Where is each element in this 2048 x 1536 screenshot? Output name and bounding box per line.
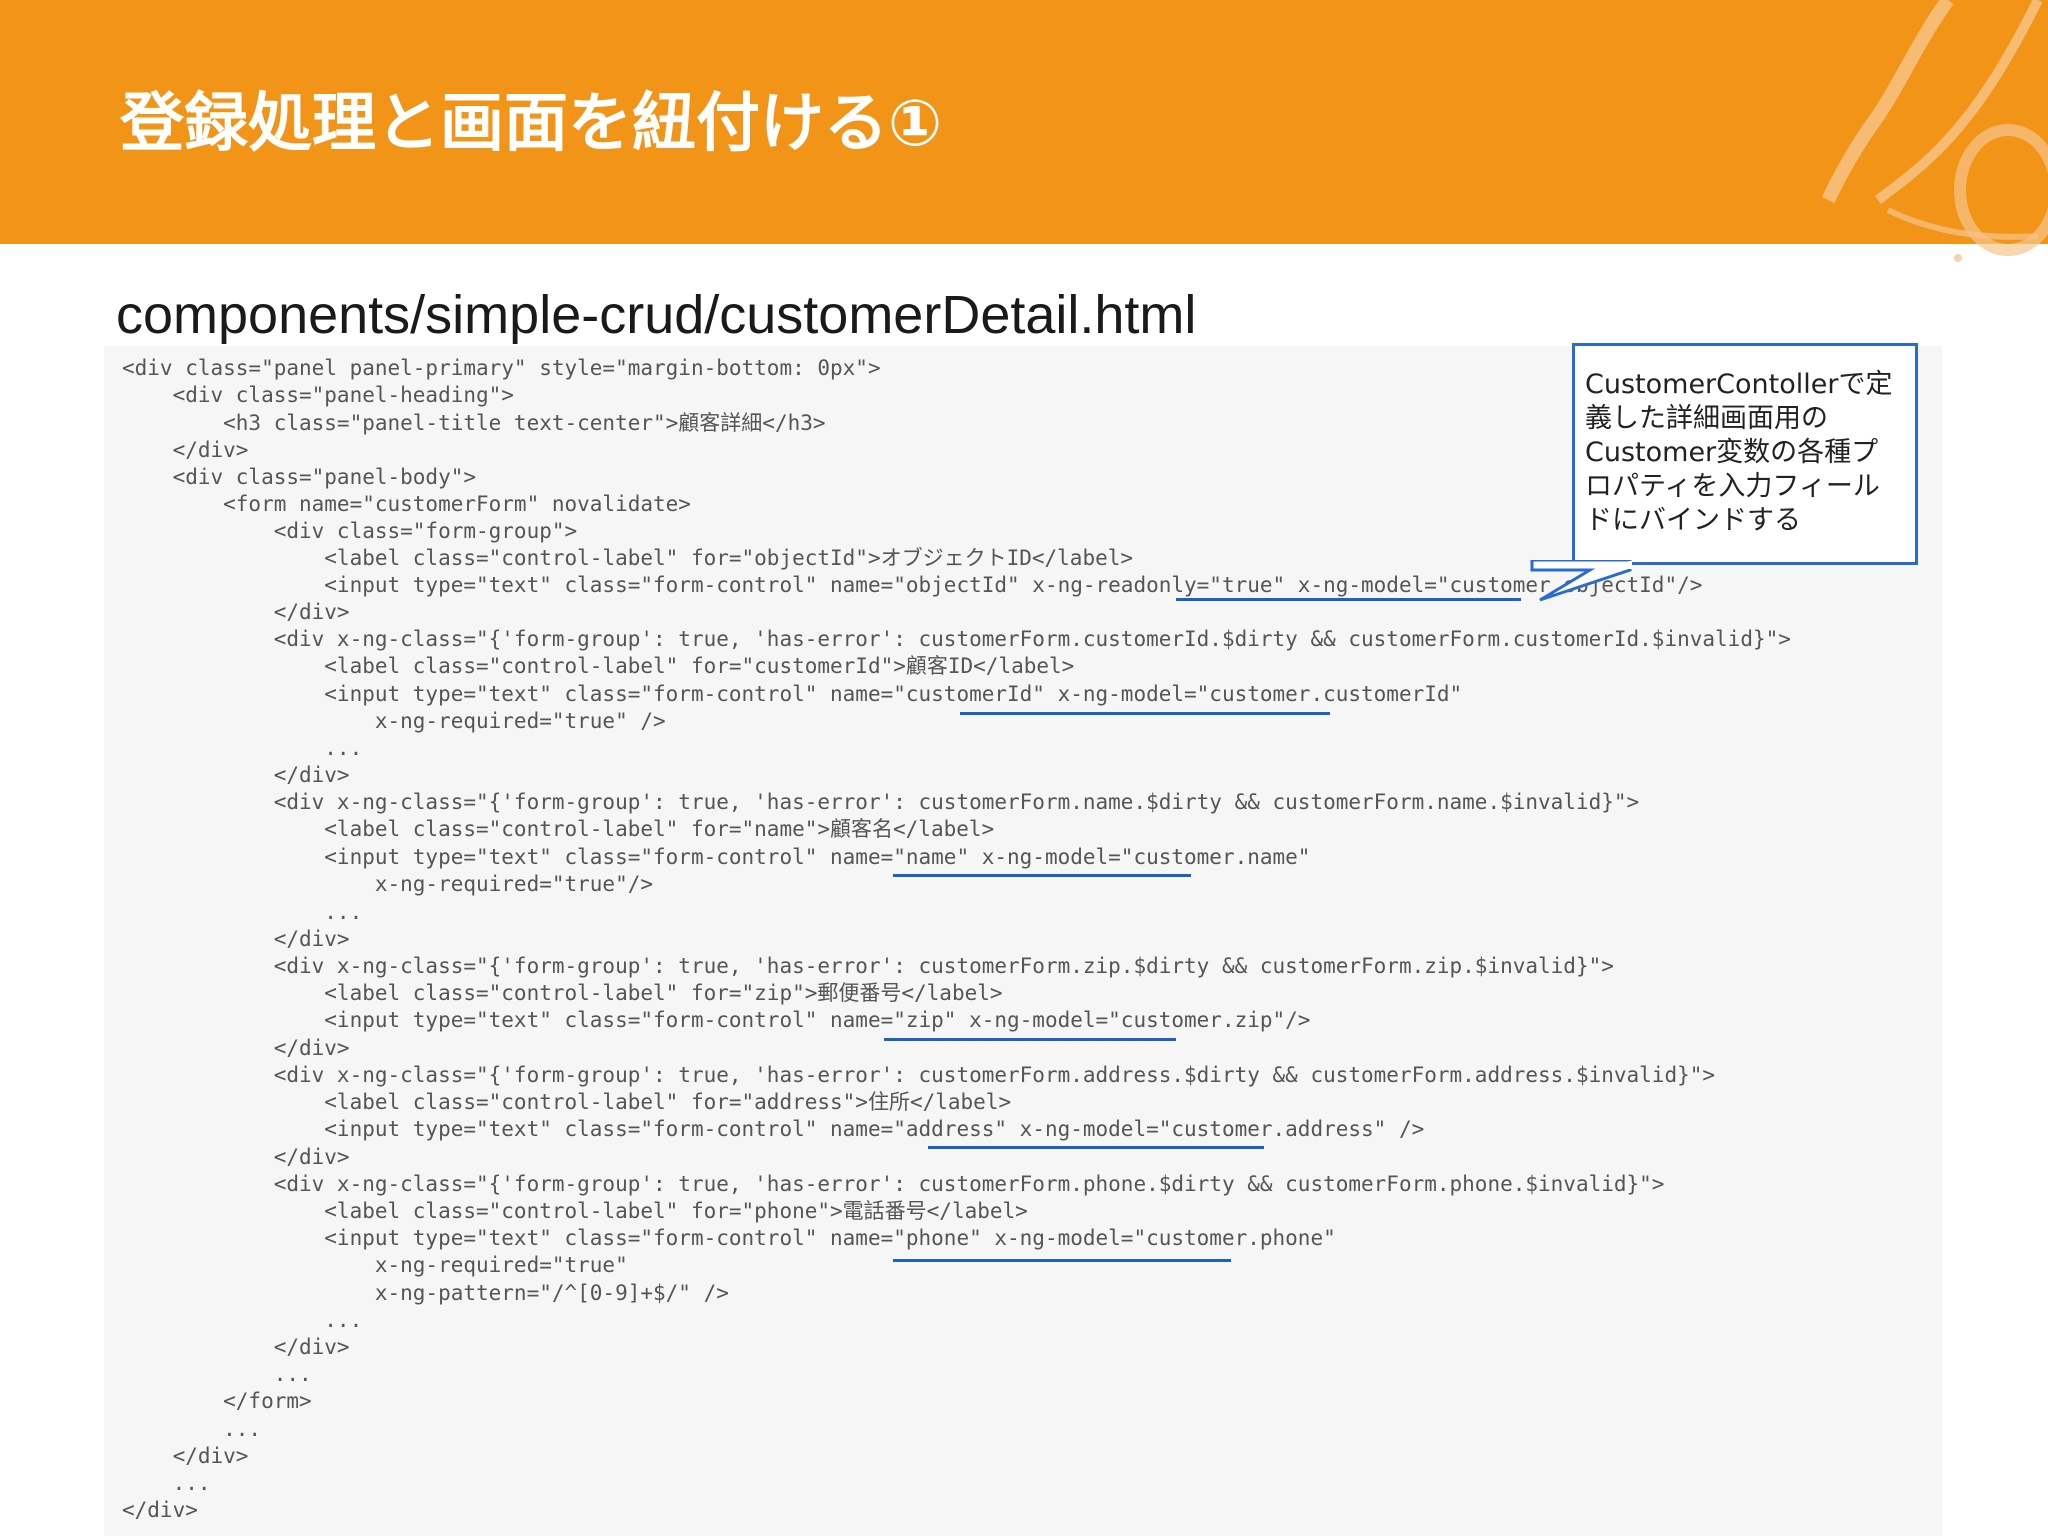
code-line: <form name="customerForm" novalidate> (122, 492, 691, 516)
code-line: <h3 class="panel-title text-center">顧客詳細… (122, 411, 826, 435)
slide-header: 登録処理と画面を紐付ける① (0, 0, 2048, 262)
code-line: </div> (122, 1145, 350, 1169)
code-line: ... (122, 1471, 211, 1495)
code-line: <div class="panel-heading"> (122, 383, 514, 407)
code-line: <input type="text" class="form-control" … (122, 845, 1311, 869)
code-line: <div x-ng-class="{'form-group': true, 'h… (122, 627, 1791, 651)
binding-underline (960, 712, 1330, 715)
annotation-callout: CustomerContollerで定義した詳細画面用のCustomer変数の各… (1572, 343, 1918, 565)
brand-logo (1821, 0, 2048, 262)
binding-underline (884, 1038, 1176, 1041)
code-line: <input type="text" class="form-control" … (122, 682, 1463, 706)
code-line: <label class="control-label" for="name">… (122, 817, 995, 841)
code-line: <label class="control-label" for="addres… (122, 1090, 1012, 1114)
code-line: </div> (122, 438, 249, 462)
code-line: x-ng-required="true" /> (122, 709, 666, 733)
callout-pointer (1530, 560, 1632, 602)
code-line: <label class="control-label" for="object… (122, 546, 1134, 570)
code-line: <label class="control-label" for="zip">郵… (122, 981, 1003, 1005)
code-line: ... (122, 1362, 312, 1386)
code-line: ... (122, 736, 363, 760)
code-line: </form> (122, 1389, 312, 1413)
code-line: <div x-ng-class="{'form-group': true, 'h… (122, 1172, 1665, 1196)
code-line: <div x-ng-class="{'form-group': true, 'h… (122, 790, 1640, 814)
code-line: ... (122, 900, 363, 924)
code-line: ... (122, 1417, 262, 1441)
code-line: <label class="control-label" for="phone"… (122, 1199, 1028, 1223)
code-line: <input type="text" class="form-control" … (122, 1117, 1425, 1141)
code-line: <div x-ng-class="{'form-group': true, 'h… (122, 1063, 1716, 1087)
code-line: </div> (122, 763, 350, 787)
code-line: </div> (122, 1335, 350, 1359)
code-line: <div x-ng-class="{'form-group': true, 'h… (122, 954, 1614, 978)
code-line: <label class="control-label" for="custom… (122, 654, 1075, 678)
code-line: x-ng-required="true" (122, 1253, 628, 1277)
slide-title: 登録処理と画面を紐付ける① (120, 87, 943, 161)
file-path-heading: components/simple-crud/customerDetail.ht… (116, 285, 1197, 345)
code-line: </div> (122, 600, 350, 624)
binding-underline (893, 874, 1191, 877)
binding-underline (928, 1146, 1264, 1149)
code-line: </div> (122, 1444, 249, 1468)
code-line: </div> (122, 1036, 350, 1060)
code-line: <input type="text" class="form-control" … (122, 1008, 1311, 1032)
code-line: <div class="form-group"> (122, 519, 578, 543)
binding-underline (1176, 598, 1521, 601)
code-line: </div> (122, 1498, 198, 1522)
binding-underline (893, 1259, 1231, 1262)
code-line: <input type="text" class="form-control" … (122, 1226, 1336, 1250)
code-line: ... (122, 1308, 363, 1332)
code-line: </div> (122, 927, 350, 951)
code-line: x-ng-pattern="/^[0-9]+$/" /> (122, 1281, 729, 1305)
code-line: <div class="panel panel-primary" style="… (122, 356, 881, 380)
code-line: <input type="text" class="form-control" … (122, 573, 1703, 597)
code-line: x-ng-required="true"/> (122, 872, 654, 896)
code-line: <div class="panel-body"> (122, 465, 477, 489)
